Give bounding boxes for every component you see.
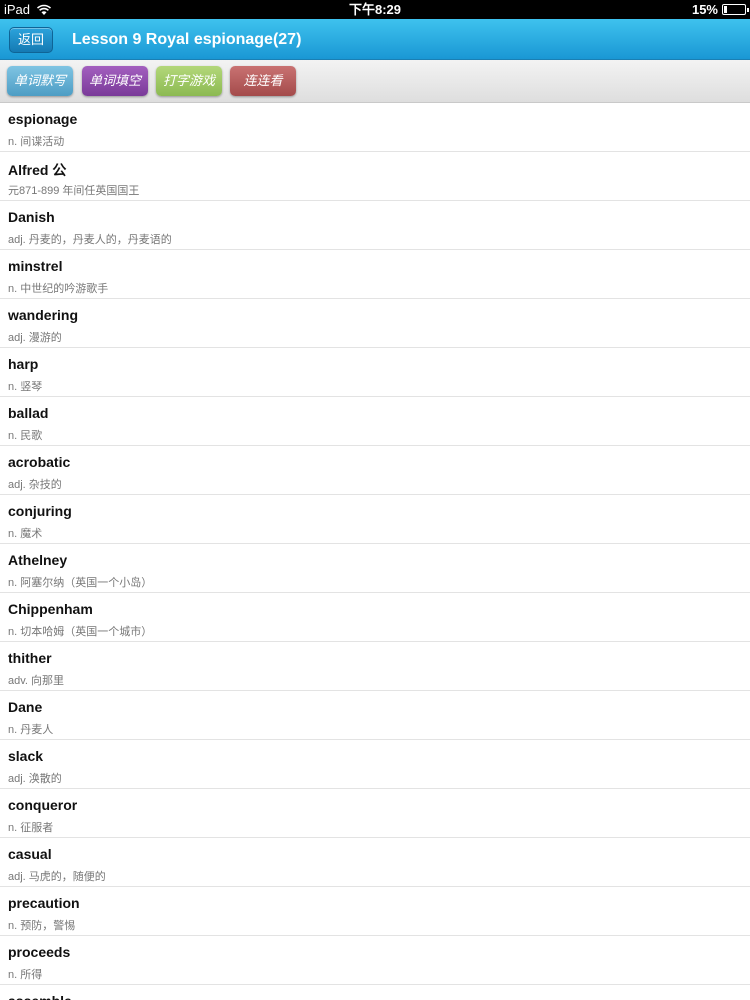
word-meaning: n. 间谍活动 [8,136,65,148]
word-meaning: n. 民歌 [8,430,43,442]
list-item[interactable]: casual adj. 马虎的，随便的 [0,838,750,887]
word-dictation-button[interactable]: 单词默写 [7,66,73,96]
word-term: Danish [8,209,55,225]
matching-game-button[interactable]: 连连看 [230,66,296,96]
list-item[interactable]: conqueror n. 征服者 [0,789,750,838]
word-meaning: adj. 涣散的 [8,773,62,785]
status-right: 15% [691,0,749,19]
battery-level [724,6,727,13]
word-meaning: adv. 向那里 [8,675,65,687]
battery-percent: 15% [691,2,718,17]
word-meaning: n. 中世纪的吟游歌手 [8,283,109,295]
word-term: precaution [8,895,80,911]
word-term: ballad [8,405,49,421]
word-term: Chippenham [8,601,93,617]
word-meaning: n. 魔术 [8,528,43,540]
word-term: thither [8,650,52,666]
list-item[interactable]: acrobatic adj. 杂技的 [0,446,750,495]
word-meaning: n. 预防，警惕 [8,920,76,932]
list-item[interactable]: ballad n. 民歌 [0,397,750,446]
word-term: wandering [8,307,79,323]
list-item[interactable]: wandering adj. 漫游的 [0,299,750,348]
word-meaning: n. 竖琴 [8,381,43,393]
word-term: Athelney [8,552,68,568]
word-term: casual [8,846,52,862]
word-term: espionage [8,111,78,127]
list-item[interactable]: conjuring n. 魔术 [0,495,750,544]
list-item[interactable]: Danish adj. 丹麦的，丹麦人的，丹麦语的 [0,201,750,250]
list-item[interactable]: minstrel n. 中世纪的吟游歌手 [0,250,750,299]
wifi-icon [36,4,52,15]
list-item[interactable]: Dane n. 丹麦人 [0,691,750,740]
word-term: assemble [8,993,72,1000]
status-left: iPad [4,0,52,19]
toolbar: 单词默写 单词填空 打字游戏 连连看 [0,60,750,103]
word-term: minstrel [8,258,63,274]
word-list: espionage n. 间谍活动 Alfred 公元871-899 年间任英国国王… [0,103,750,1000]
word-term: acrobatic [8,454,71,470]
typing-game-button[interactable]: 打字游戏 [156,66,222,96]
page-title: Lesson 9 Royal espionage(27) [72,31,302,48]
word-meaning: n. 切本哈姆（英国一个城市） [8,626,153,638]
word-meaning: n. 所得 [8,969,43,981]
word-term: Dane [8,699,43,715]
word-meaning: n. 丹麦人 [8,724,54,736]
list-item[interactable]: assemble [0,985,750,1000]
word-fill-button[interactable]: 单词填空 [82,66,148,96]
list-item[interactable]: precaution n. 预防，警惕 [0,887,750,936]
word-meaning: n. 征服者 [8,822,54,834]
device-label: iPad [4,2,31,17]
list-item[interactable]: harp n. 竖琴 [0,348,750,397]
word-meaning: 元871-899 年间任英国国王 [8,185,140,197]
list-item[interactable]: slack adj. 涣散的 [0,740,750,789]
word-term: conjuring [8,503,72,519]
word-term: Alfred 公 [8,162,67,178]
list-item[interactable]: Alfred 公元871-899 年间任英国国王 [0,152,750,201]
status-bar: 下午8:29 iPad 15% [0,0,750,19]
list-item[interactable]: Chippenham n. 切本哈姆（英国一个城市） [0,593,750,642]
battery-icon [722,4,749,15]
word-meaning: n. 阿塞尔纳（英国一个小岛） [8,577,153,589]
word-term: conqueror [8,797,78,813]
back-button[interactable]: 返回 [9,27,53,53]
status-time: 下午8:29 [348,2,402,17]
word-meaning: adj. 丹麦的，丹麦人的，丹麦语的 [8,234,172,246]
list-item[interactable]: thither adv. 向那里 [0,642,750,691]
title-bar: 返回 Lesson 9 Royal espionage(27) [0,19,750,60]
list-item[interactable]: espionage n. 间谍活动 [0,103,750,152]
word-term: proceeds [8,944,71,960]
word-meaning: adj. 漫游的 [8,332,62,344]
list-item[interactable]: proceeds n. 所得 [0,936,750,985]
word-term: harp [8,356,39,372]
list-item[interactable]: Athelney n. 阿塞尔纳（英国一个小岛） [0,544,750,593]
word-meaning: adj. 杂技的 [8,479,62,491]
word-term: slack [8,748,44,764]
word-meaning: adj. 马虎的，随便的 [8,871,106,883]
